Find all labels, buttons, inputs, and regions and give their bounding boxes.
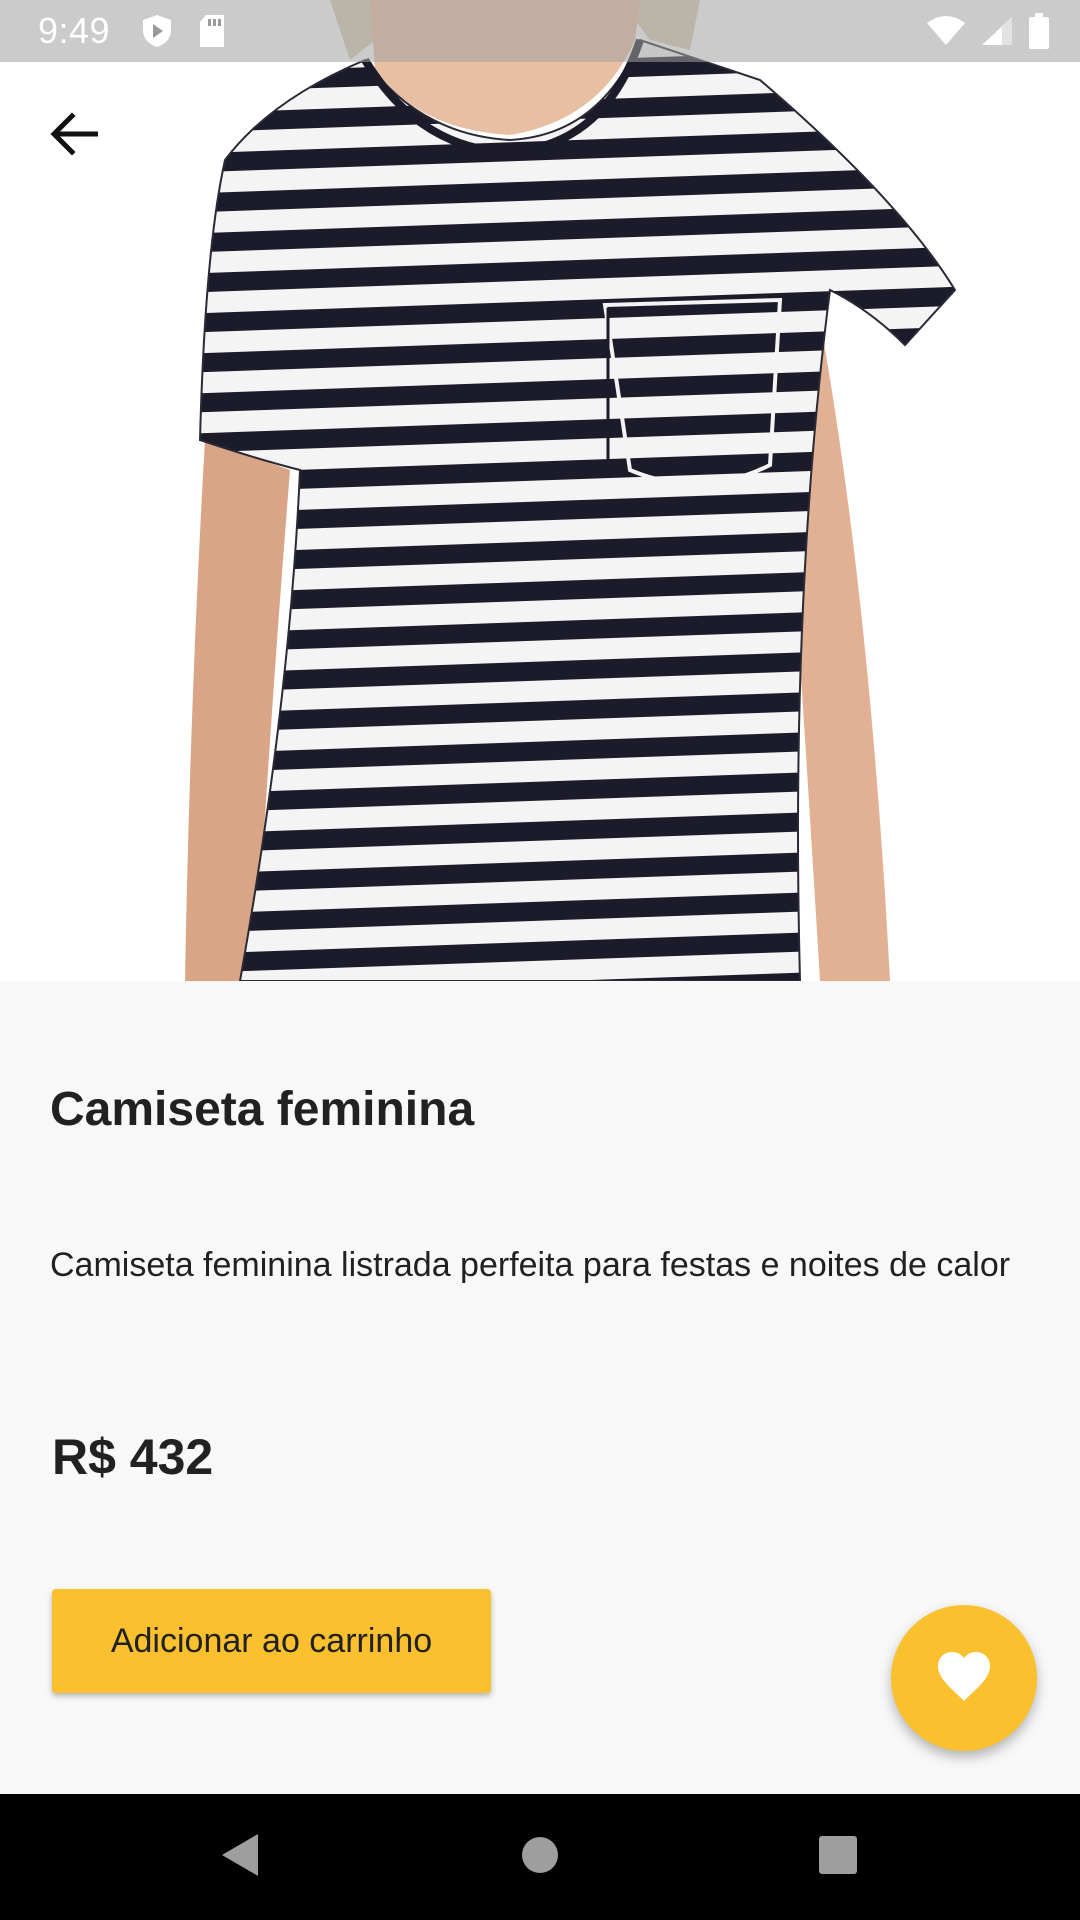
status-bar: 9:49 — [0, 0, 1080, 62]
back-triangle-icon — [218, 1832, 262, 1883]
product-description: Camiseta feminina listrada perfeita para… — [50, 1246, 1011, 1284]
recents-square-icon — [818, 1835, 858, 1880]
arrow-back-icon — [50, 111, 99, 161]
nav-recents-button[interactable] — [798, 1822, 878, 1892]
add-to-cart-button[interactable]: Adicionar ao carrinho — [52, 1589, 491, 1693]
nav-home-button[interactable] — [500, 1822, 580, 1892]
back-button[interactable] — [38, 100, 110, 172]
sd-card-icon — [198, 13, 226, 54]
home-circle-icon — [520, 1835, 560, 1880]
battery-icon — [1028, 13, 1050, 54]
product-image — [0, 0, 1080, 981]
nav-back-button[interactable] — [200, 1822, 280, 1892]
heart-icon — [936, 1651, 992, 1706]
play-protect-icon — [140, 13, 174, 54]
favorite-button[interactable] — [891, 1605, 1037, 1751]
product-title: Camiseta feminina — [50, 1083, 475, 1136]
wifi-icon — [926, 15, 966, 52]
navigation-bar — [0, 1794, 1080, 1920]
status-time: 9:49 — [38, 10, 111, 51]
product-price: R$ 432 — [52, 1429, 214, 1485]
signal-icon — [980, 15, 1014, 52]
product-detail-screen: 9:49 Camiseta feminina Camiseta feminina… — [0, 0, 1080, 1920]
